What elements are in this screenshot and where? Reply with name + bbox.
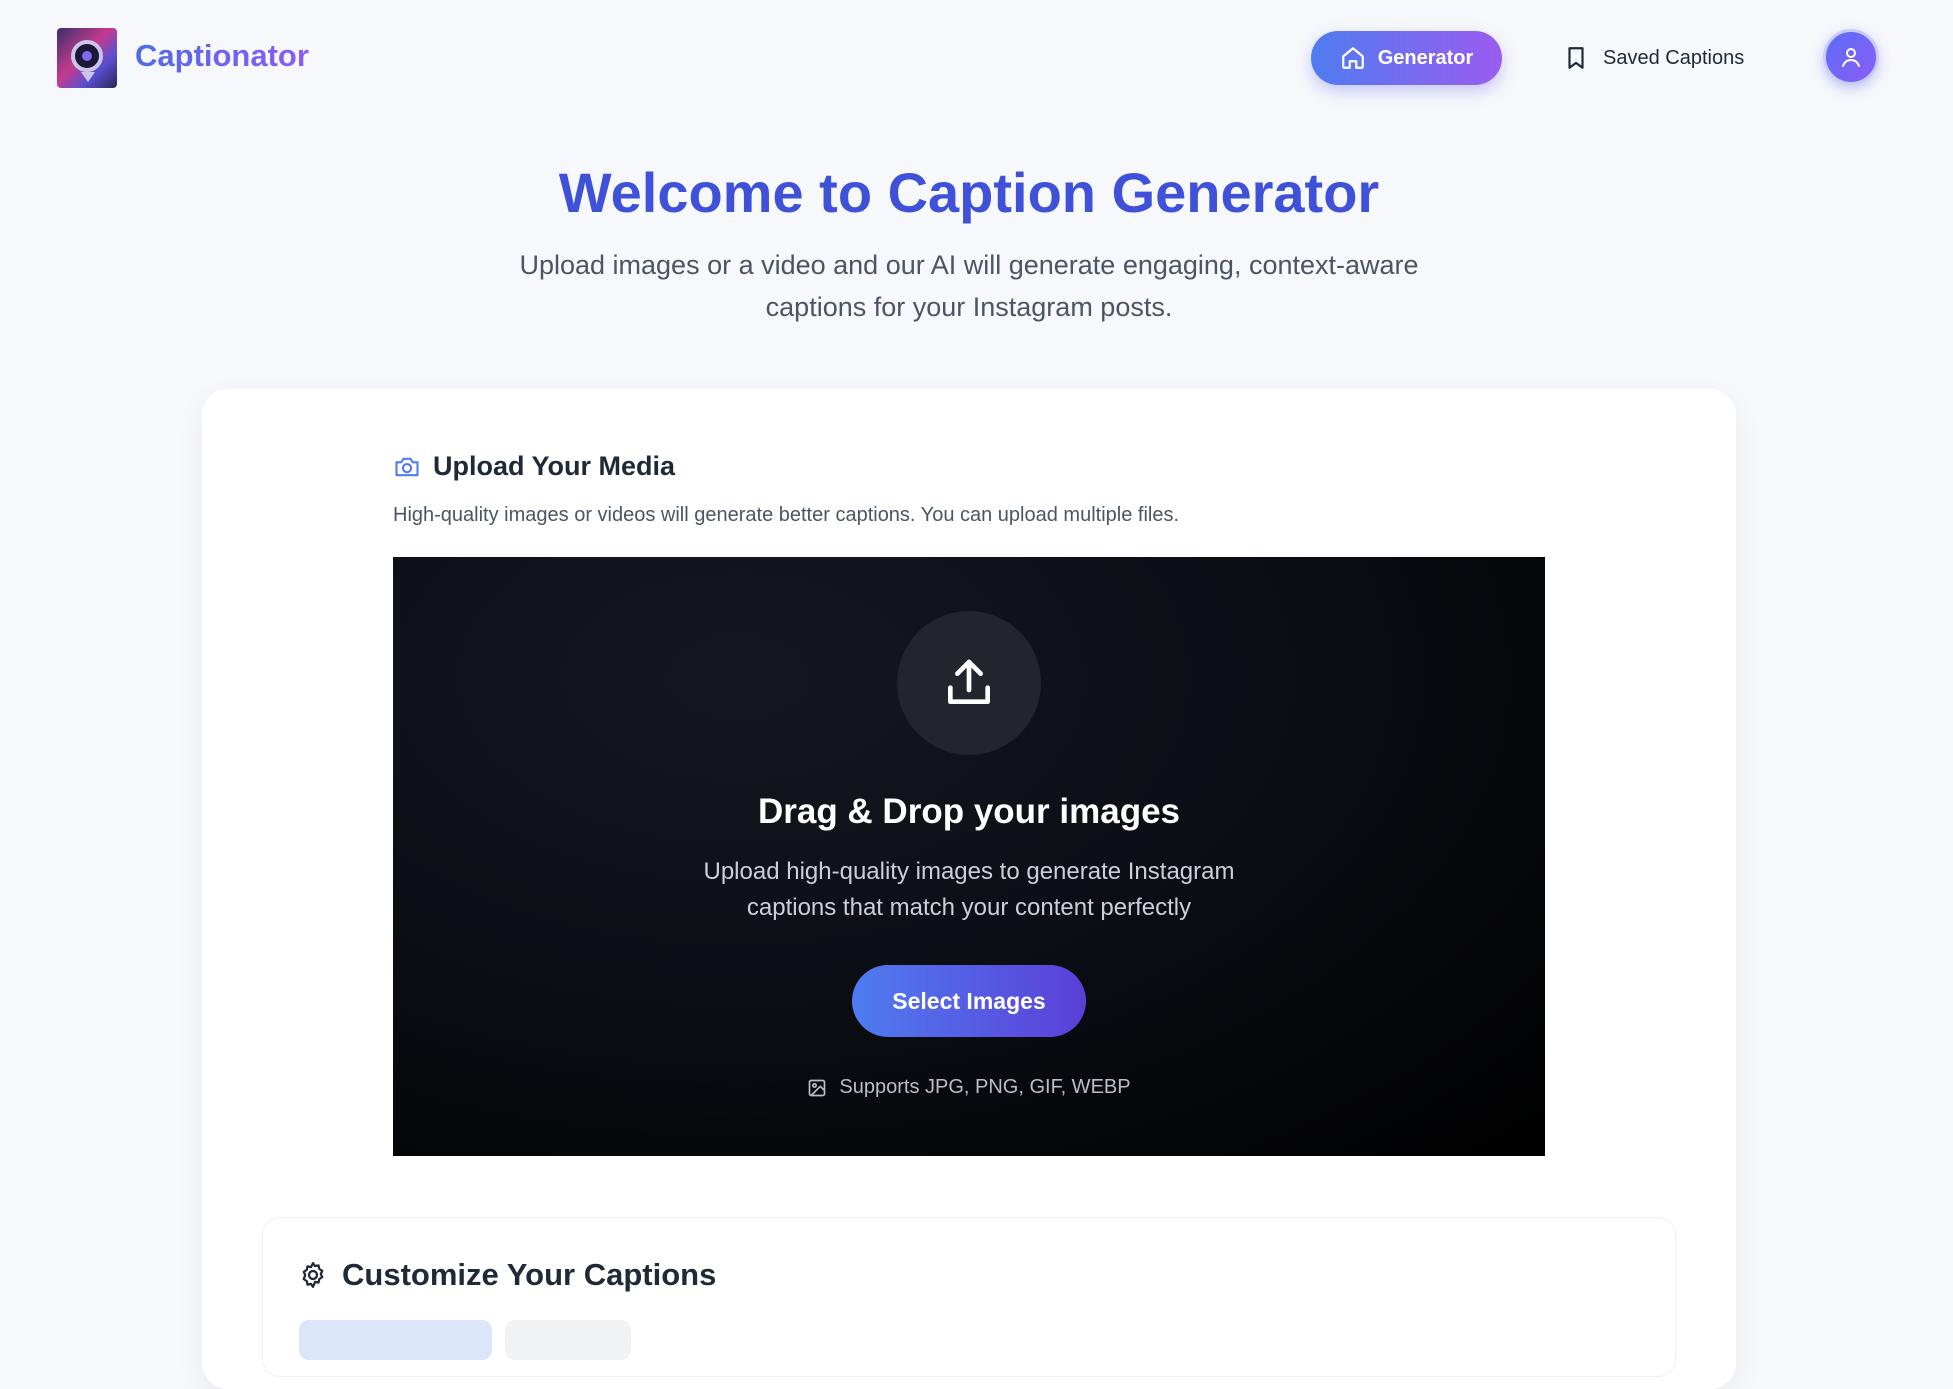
supported-formats-label: Supports JPG, PNG, GIF, WEBP: [839, 1076, 1131, 1098]
select-images-button[interactable]: Select Images: [852, 965, 1086, 1037]
page-subtitle: Upload images or a video and our AI will…: [519, 250, 1419, 322]
customize-tab[interactable]: [505, 1320, 631, 1360]
upload-section-header: Upload Your Media: [393, 451, 675, 482]
top-navbar: Captionator Generator Saved Captions: [0, 0, 1953, 116]
logo-lens: [71, 40, 103, 72]
upload-icon-circle: [897, 611, 1041, 755]
upload-icon: [948, 659, 990, 704]
nav-saved-label: Saved Captions: [1603, 46, 1745, 69]
brand-name[interactable]: Captionator: [135, 38, 309, 74]
nav-saved-captions-button[interactable]: Saved Captions: [1555, 31, 1775, 85]
nav-generator-label: Generator: [1377, 46, 1474, 69]
upload-section-description: High-quality images or videos will gener…: [393, 504, 1180, 526]
app-logo[interactable]: [57, 28, 117, 88]
upload-dropzone[interactable]: Drag & Drop your images Upload high-qual…: [393, 557, 1545, 1156]
page-title: Welcome to Caption Generator: [558, 161, 1380, 224]
home-icon: [1341, 47, 1364, 69]
user-icon: [1842, 48, 1860, 67]
customize-header: Customize Your Captions: [298, 1257, 716, 1293]
camera-icon: [395, 457, 419, 476]
dropzone-title: Drag & Drop your images: [757, 792, 1181, 831]
user-avatar[interactable]: [1823, 29, 1879, 85]
image-icon: [809, 1079, 826, 1096]
customize-title: Customize Your Captions: [342, 1257, 717, 1292]
gear-icon: [302, 1262, 324, 1288]
supported-formats: Supports JPG, PNG, GIF, WEBP: [393, 1076, 1545, 1099]
upload-section-title: Upload Your Media: [433, 451, 676, 481]
bookmark-icon: [1568, 47, 1584, 69]
nav-generator-button[interactable]: Generator: [1311, 31, 1502, 85]
dropzone-description: Upload high-quality images to generate I…: [703, 858, 1235, 921]
logo-bubble-tail: [81, 72, 95, 82]
customize-tab-active[interactable]: [299, 1320, 492, 1360]
